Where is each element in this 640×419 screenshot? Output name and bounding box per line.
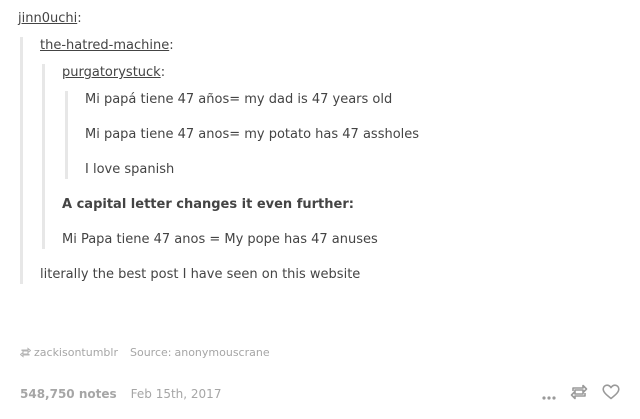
reblog-icon (19, 347, 32, 358)
reblog1-author-link[interactable]: the-hatred-machine (40, 38, 169, 53)
reblog2-paragraph: Mi Papa tiene 47 anos = My pope has 47 a… (62, 232, 378, 247)
reblog2-author-link[interactable]: purgatorystuck (62, 65, 161, 80)
reblog2-bold-paragraph: A capital letter changes it even further… (62, 197, 354, 212)
source-link[interactable]: anonymouscrane (174, 346, 269, 359)
reblog-icon[interactable] (570, 384, 588, 404)
original-post-quote: Mi papá tiene 47 años= my dad is 47 year… (65, 91, 622, 179)
original-paragraph-1: Mi papá tiene 47 años= my dad is 47 year… (85, 92, 393, 107)
notes-count[interactable]: 548,750 notes (20, 387, 117, 401)
reblog-quote-1: the-hatred-machine: purgatorystuck: Mi p… (20, 37, 622, 284)
post: jinn0uchi: the-hatred-machine: purgatory… (18, 10, 622, 284)
post-author-line: jinn0uchi: (18, 10, 622, 28)
post-date[interactable]: Feb 15th, 2017 (131, 387, 222, 401)
reblog-quote-2: purgatorystuck: Mi papá tiene 47 años= m… (42, 64, 622, 249)
heart-icon[interactable] (602, 384, 620, 404)
more-icon[interactable] (542, 385, 556, 404)
post-footer: 548,750 notes Feb 15th, 2017 (20, 384, 620, 404)
reblog2-author-line: purgatorystuck: (62, 64, 622, 82)
original-paragraph-3: I love spanish (85, 162, 175, 177)
reblog1-author-line: the-hatred-machine: (40, 37, 622, 55)
colon: : (169, 38, 174, 53)
post-meta: zackisontumblr Source: anonymouscrane (19, 346, 270, 359)
reblog1-comment: literally the best post I have seen on t… (40, 267, 361, 282)
post-author-link[interactable]: jinn0uchi (18, 11, 77, 26)
original-paragraph-2: Mi papa tiene 47 anos= my potato has 47 … (85, 127, 420, 142)
colon: : (77, 11, 82, 26)
post-actions (528, 384, 620, 404)
source-label: Source: (129, 346, 172, 359)
colon: : (160, 65, 166, 80)
via-link[interactable]: zackisontumblr (34, 346, 118, 359)
